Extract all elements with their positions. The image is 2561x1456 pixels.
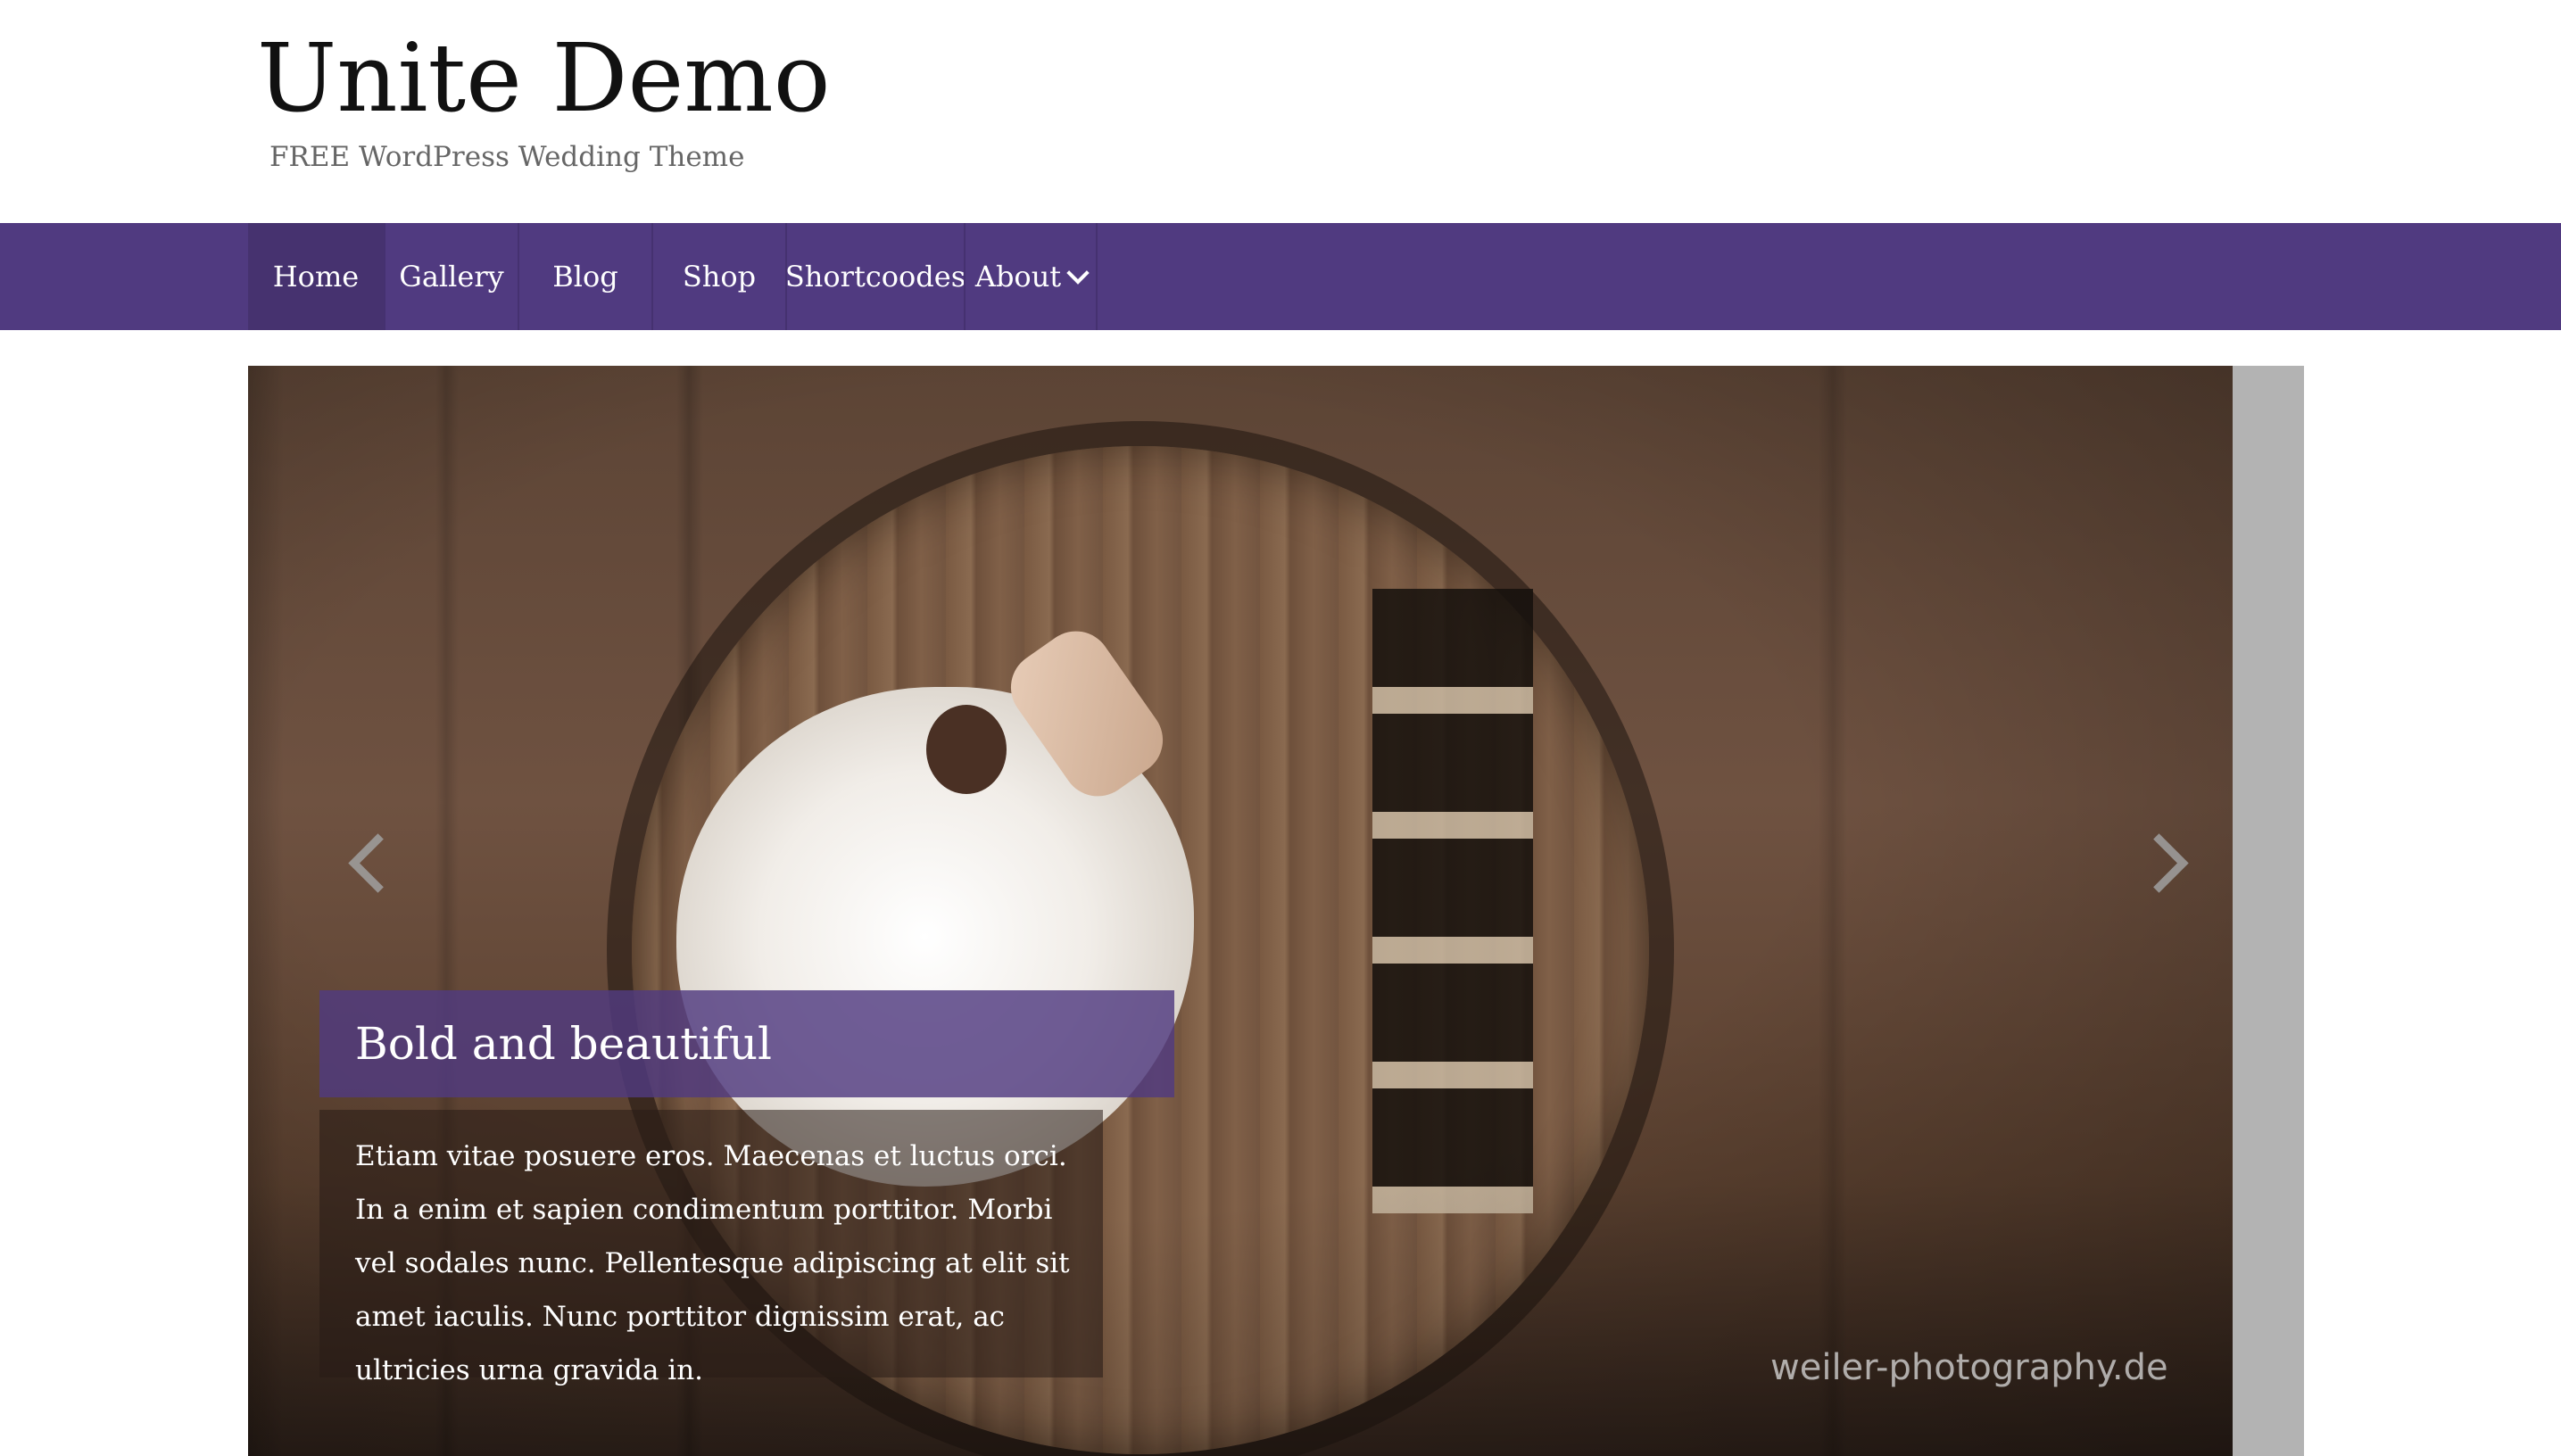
nav-item-label: Home	[272, 260, 360, 294]
nav-item-label: Blog	[552, 260, 618, 294]
site-title[interactable]: Unite Demo	[257, 16, 831, 141]
slide-caption-title: Bold and beautiful	[319, 990, 1174, 1097]
nav-item-label: Shortcoodes	[784, 260, 966, 294]
nav-item-about[interactable]: About	[964, 223, 1098, 330]
nav-item-home[interactable]: Home	[248, 223, 384, 330]
nav-item-shop[interactable]: Shop	[651, 223, 785, 330]
nav-item-label: Shop	[682, 260, 757, 294]
nav-menu: Home Gallery Blog Shop Shortcoodes About	[248, 223, 1098, 330]
main-navbar: Home Gallery Blog Shop Shortcoodes About	[0, 223, 2561, 330]
slide-caption-text: Etiam vitae posuere eros. Maecenas et lu…	[319, 1110, 1103, 1386]
nav-item-label: About	[974, 260, 1062, 294]
site-tagline: FREE WordPress Wedding Theme	[269, 141, 745, 173]
slider-image: Bold and beautiful Etiam vitae posuere e…	[248, 366, 2233, 1456]
nav-item-gallery[interactable]: Gallery	[384, 223, 518, 330]
nav-item-shortcodes[interactable]: Shortcoodes	[784, 223, 966, 330]
photo-watermark: weiler-photography.de	[1770, 1347, 2168, 1388]
nav-item-blog[interactable]: Blog	[518, 223, 651, 330]
chevron-down-icon	[1066, 261, 1090, 285]
nav-item-label: Gallery	[399, 260, 504, 294]
page: Unite Demo FREE WordPress Wedding Theme …	[0, 0, 2561, 1456]
